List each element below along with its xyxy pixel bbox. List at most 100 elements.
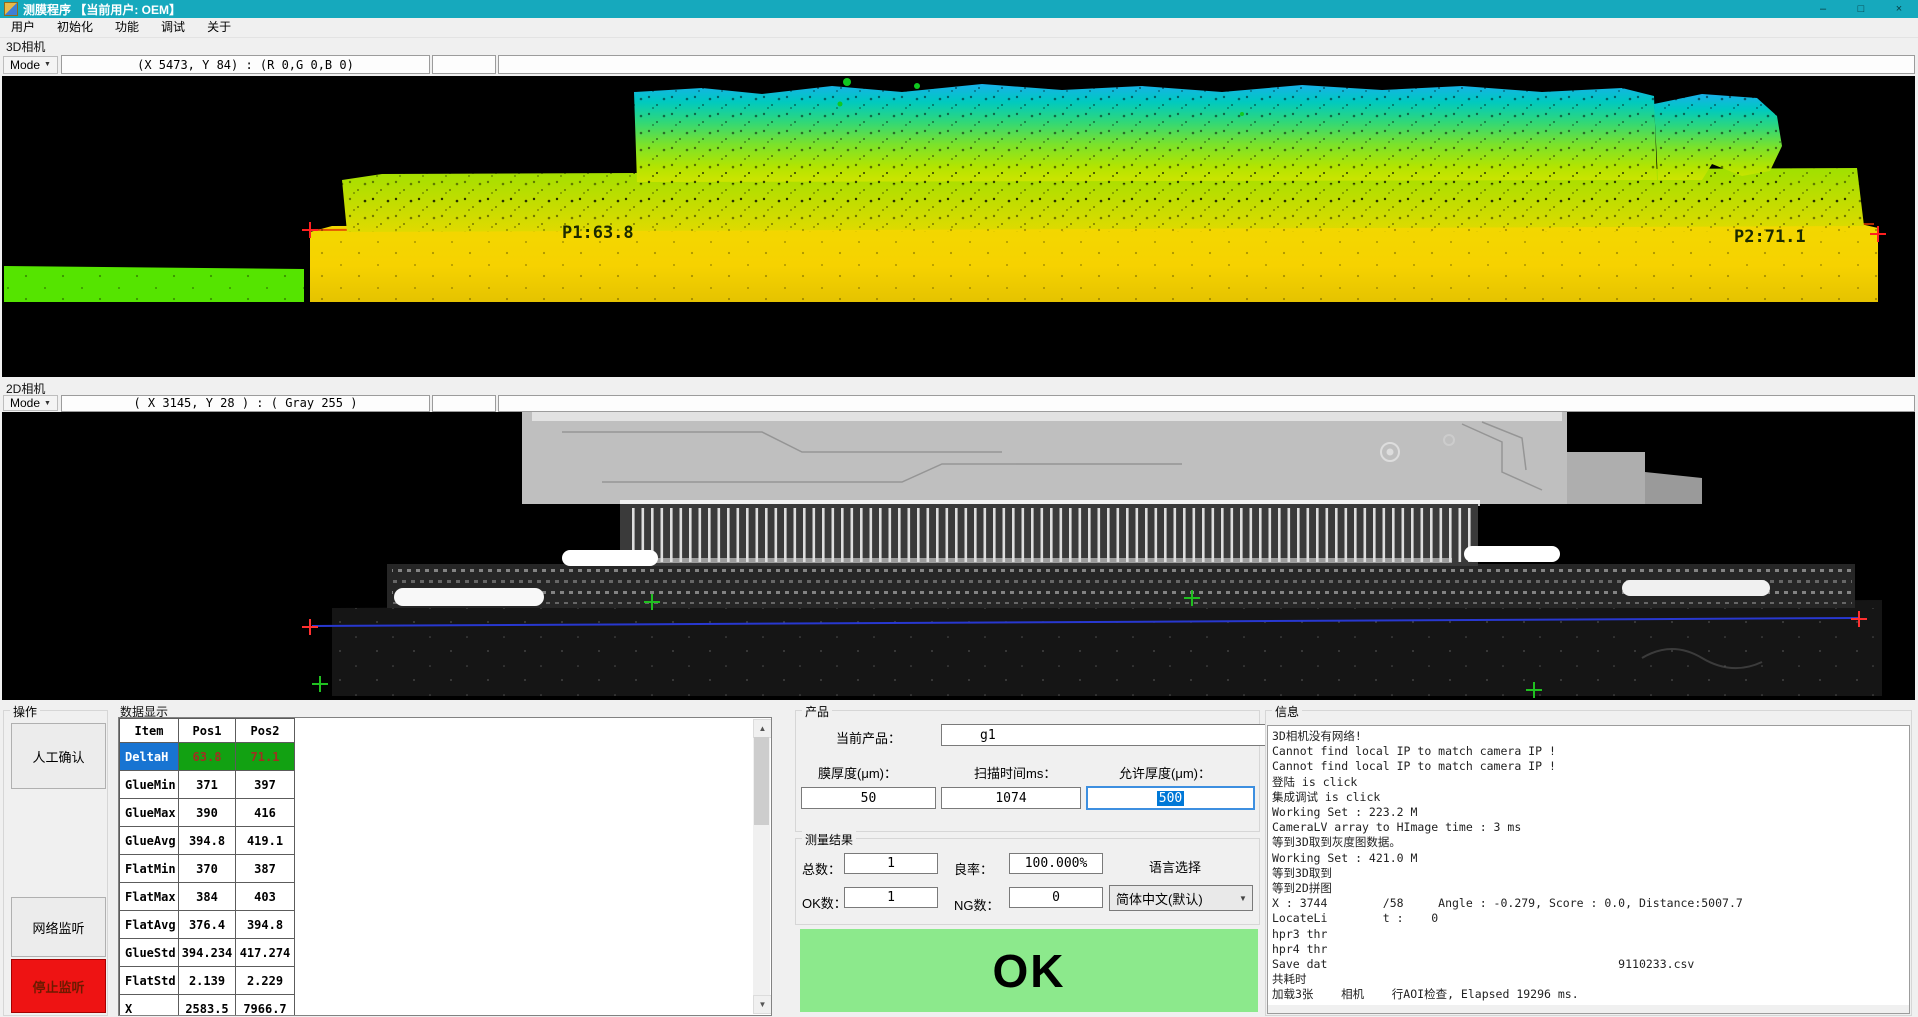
camera2d-view[interactable]	[2, 412, 1915, 700]
cell-pos2: 394.8	[236, 911, 295, 939]
log-line: 等到3D取到	[1272, 866, 1909, 881]
cell-item: GlueStd	[120, 939, 179, 967]
minimize-icon[interactable]: –	[1804, 0, 1842, 18]
mode-label: Mode	[10, 396, 40, 410]
log-line: Cannot find local IP to match camera IP …	[1272, 744, 1909, 759]
data-table-container: ItemPos1Pos2 DeltaH63.871.1GlueMin371397…	[118, 717, 772, 1016]
ok-count-input[interactable]: 1	[844, 887, 938, 908]
table-row[interactable]: FlatMin370387	[120, 855, 295, 883]
current-product-label: 当前产品：	[836, 728, 901, 747]
app-icon	[4, 2, 18, 16]
camera3d-mode-button[interactable]: Mode ▼	[3, 56, 58, 74]
total-input[interactable]: 1	[844, 853, 938, 874]
cell-item: GlueMin	[120, 771, 179, 799]
allowed-thickness-input[interactable]: 500	[1086, 786, 1255, 810]
camera3d-status-panel	[432, 55, 496, 74]
menu-item[interactable]: 关于	[196, 18, 242, 37]
menu-item[interactable]: 调试	[150, 18, 196, 37]
log-line: 共耗时	[1272, 972, 1909, 987]
log-bottom-strip	[1268, 1005, 1909, 1013]
table-row[interactable]: GlueMax390416	[120, 799, 295, 827]
cell-item: DeltaH	[120, 743, 179, 771]
cell-pos1: 370	[179, 855, 236, 883]
network-listen-button[interactable]: 网络监听	[11, 897, 106, 957]
cell-item: FlatStd	[120, 967, 179, 995]
menu-bar: 用户初始化功能调试关于	[0, 18, 1918, 38]
column-header[interactable]: Pos2	[236, 719, 295, 743]
operation-group-label: 操作	[10, 703, 40, 720]
cell-pos2: 387	[236, 855, 295, 883]
cell-pos2: 7966.7	[236, 995, 295, 1017]
cell-pos1: 394.234	[179, 939, 236, 967]
cell-pos1: 394.8	[179, 827, 236, 855]
cell-pos1: 2583.5	[179, 995, 236, 1017]
camera3d-status-panel2	[498, 55, 1915, 74]
cell-pos2: 416	[236, 799, 295, 827]
stop-listen-button[interactable]: 停止监听	[11, 959, 106, 1013]
chevron-down-icon: ▼	[1234, 894, 1252, 903]
film-thickness-label: 膜厚度(μm)：	[818, 763, 897, 782]
measurement-group-label: 测量结果	[802, 831, 856, 848]
info-group-label: 信息	[1272, 703, 1302, 720]
cell-pos1: 371	[179, 771, 236, 799]
p2-measure-label: P2:71.1	[1734, 227, 1806, 247]
camera3d-toolbar: Mode ▼ (X 5473, Y 84) : (R 0,G 0,B 0)	[0, 54, 1918, 75]
language-dropdown-value: 简体中文(默认)	[1110, 889, 1234, 908]
cell-item: GlueAvg	[120, 827, 179, 855]
menu-item[interactable]: 用户	[0, 18, 46, 37]
grayscale-image	[2, 412, 1915, 700]
menu-item[interactable]: 初始化	[46, 18, 104, 37]
log-line: CameraLV array to HImage time : 3 ms	[1272, 820, 1909, 835]
menu-item[interactable]: 功能	[104, 18, 150, 37]
cell-pos2: 419.1	[236, 827, 295, 855]
p1-measure-label: P1:63.8	[562, 223, 634, 243]
ng-count-input[interactable]: 0	[1009, 887, 1103, 908]
scrollbar-thumb[interactable]	[754, 737, 769, 825]
heightmap-image: P1:63.8 P2:71.1	[2, 76, 1915, 377]
table-row[interactable]: X2583.57966.7	[120, 995, 295, 1017]
table-row[interactable]: FlatMax384403	[120, 883, 295, 911]
log-line: LocateLi t : 0	[1272, 911, 1909, 926]
table-scrollbar[interactable]: ▲ ▼	[753, 719, 770, 1014]
info-group: 信息 3D相机没有网络!Cannot find local IP to matc…	[1265, 710, 1912, 1016]
scroll-down-icon[interactable]: ▼	[753, 995, 772, 1014]
table-row[interactable]: GlueAvg394.8419.1	[120, 827, 295, 855]
yield-input[interactable]: 100.000%	[1009, 853, 1103, 874]
maximize-icon[interactable]: □	[1842, 0, 1880, 18]
camera2d-mode-button[interactable]: Mode ▼	[3, 395, 58, 411]
yield-label: 良率：	[954, 859, 993, 878]
table-row[interactable]: DeltaH63.871.1	[120, 743, 295, 771]
log-line: 等到3D取到灰度图数据。	[1272, 835, 1909, 850]
camera3d-pixel-readout: (X 5473, Y 84) : (R 0,G 0,B 0)	[61, 55, 430, 74]
cell-item: GlueMax	[120, 799, 179, 827]
total-label: 总数：	[802, 859, 841, 878]
cell-item: FlatAvg	[120, 911, 179, 939]
camera2d-status-panel2	[498, 395, 1915, 412]
log-line: 集成调试 is click	[1272, 790, 1909, 805]
cell-item: FlatMax	[120, 883, 179, 911]
scroll-up-icon[interactable]: ▲	[753, 719, 772, 738]
table-row[interactable]: FlatStd2.1392.229	[120, 967, 295, 995]
log-line: Save dat 9110233.csv	[1272, 957, 1909, 972]
scan-time-input[interactable]: 1074	[941, 787, 1081, 809]
cell-pos1: 390	[179, 799, 236, 827]
manual-confirm-button[interactable]: 人工确认	[11, 723, 106, 789]
table-row[interactable]: FlatAvg376.4394.8	[120, 911, 295, 939]
cell-pos2: 417.274	[236, 939, 295, 967]
window-title: 测膜程序 【当前用户: OEM】	[23, 1, 181, 18]
table-row[interactable]: GlueStd394.234417.274	[120, 939, 295, 967]
language-dropdown[interactable]: 简体中文(默认) ▼	[1109, 885, 1253, 911]
current-product-input[interactable]: g1	[941, 724, 1289, 746]
close-icon[interactable]: ×	[1880, 0, 1918, 18]
column-header[interactable]: Item	[120, 719, 179, 743]
scan-time-label: 扫描时间ms：	[974, 763, 1056, 782]
log-line: hpr4 thr	[1272, 942, 1909, 957]
cell-item: X	[120, 995, 179, 1017]
film-thickness-input[interactable]: 50	[801, 787, 936, 809]
camera3d-view[interactable]: P1:63.8 P2:71.1	[2, 76, 1915, 377]
log-line: 登陆 is click	[1272, 775, 1909, 790]
column-header[interactable]: Pos1	[179, 719, 236, 743]
operation-group: 操作 人工确认 网络监听 停止监听	[3, 710, 108, 1016]
info-log[interactable]: 3D相机没有网络!Cannot find local IP to match c…	[1267, 725, 1910, 1014]
table-row[interactable]: GlueMin371397	[120, 771, 295, 799]
